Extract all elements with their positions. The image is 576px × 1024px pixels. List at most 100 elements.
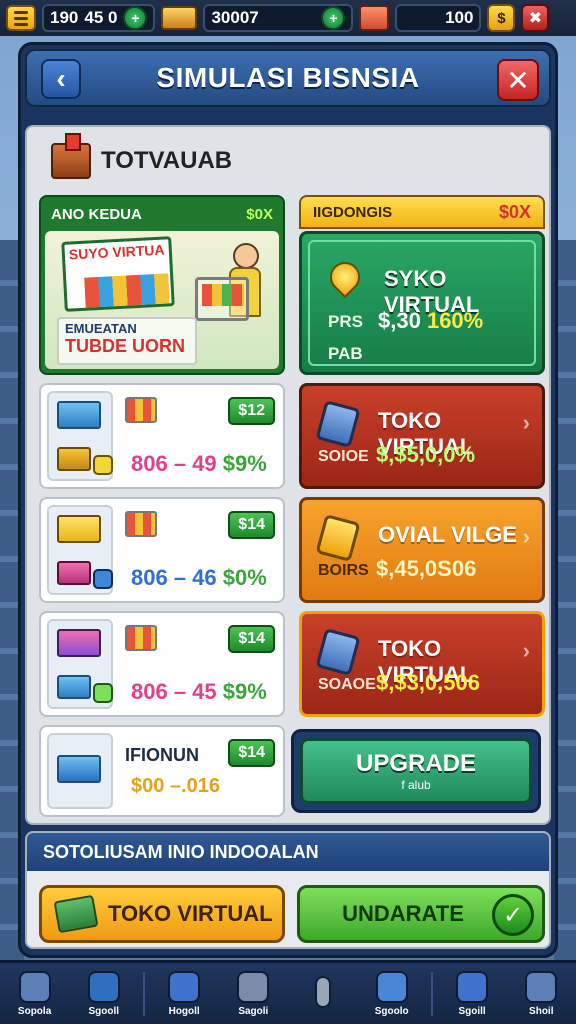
store-card-key: SOAOE (318, 676, 376, 693)
upgrade-button[interactable]: UPGRADE f alub (300, 738, 532, 804)
price-badge: $14 (228, 625, 275, 653)
nav-label: Sopola (17, 1005, 52, 1017)
cash-register-icon (53, 894, 99, 934)
resource-counter-2: 30007 + (203, 4, 354, 32)
store-card-value: $,$3,0,506 (376, 670, 480, 695)
panel-header: ‹ SIMULASI BISNSIA ✕ (25, 49, 551, 107)
store-card-3[interactable]: TOKO VIRTUAL SOAOE $,$3,0,506 › (299, 611, 545, 717)
shopping-cart-icon (195, 277, 249, 321)
toko-virtual-button[interactable]: TOKO VIRTUAL (39, 885, 285, 943)
action-footer: SOTOLIUSAM INIO INDOOALAN TOKO VIRTUAL U… (25, 831, 551, 949)
stat-key-2: PAB (328, 344, 363, 363)
featured-banner-line-2: EMUEATAN (65, 321, 137, 336)
globe-icon (18, 970, 51, 1003)
chevron-right-icon: › (522, 410, 530, 435)
store-card-key: BOIRS (318, 562, 369, 579)
stat-value: 806 – 49 (131, 451, 217, 476)
cart-icon (125, 397, 157, 423)
section-title: TOTVAUAB (101, 147, 233, 174)
cart-icon (125, 511, 157, 537)
nav-label: Sgoill (458, 1005, 486, 1017)
price-badge: $14 (228, 739, 275, 767)
panel-title: SIMULASI BISNSIA (156, 62, 420, 93)
stat-value-1: $,30 160% (378, 308, 484, 333)
nav-item-5[interactable] (293, 965, 353, 1023)
product-item-4[interactable]: IFIONUN $14 $00 –.016 (39, 725, 285, 817)
store-highlight-card[interactable]: SYKO VIRTUAL PRS $,30 160% PAB (299, 231, 545, 375)
add-resource-2-button[interactable]: + (321, 6, 346, 30)
store-sign-text: SUYO VIRTUA (68, 241, 165, 263)
top-bar: 190 45 0 + 30007 + 100 $ ✖ (0, 0, 576, 36)
map-icon (375, 970, 408, 1003)
featured-header: ANO KEDUA $0X (41, 197, 283, 231)
product-stat: $00 –.016 (131, 775, 220, 797)
store-card-2[interactable]: OVIAL VILGE BOIRS $,45,0S06 › (299, 497, 545, 603)
product-image (47, 391, 113, 481)
compass-icon (168, 970, 201, 1003)
upgrade-sublabel: f alub (401, 778, 431, 792)
product-item-2[interactable]: $14 806 – 46 $0% (39, 497, 285, 603)
book-icon (237, 970, 270, 1003)
product-image (47, 619, 113, 709)
nav-item-6[interactable]: Sgoolo (362, 965, 422, 1023)
toko-virtual-label: TOKO VIRTUAL (108, 901, 273, 926)
nav-item-1[interactable]: Sopola (5, 965, 65, 1023)
featured-store-card[interactable]: ANO KEDUA $0X SUYO VIRTUA EMUEATAN TUBDE… (39, 195, 285, 375)
stat-value: 806 – 45 (131, 679, 217, 704)
plus-icon (87, 970, 120, 1003)
confirm-button[interactable]: UNDARATE ✓ (297, 885, 545, 943)
nav-label: Sagoli (238, 1005, 269, 1017)
product-item-3[interactable]: $14 806 – 45 $9% (39, 611, 285, 717)
close-button[interactable]: ✕ (497, 59, 539, 101)
chest-icon (51, 133, 91, 179)
product-stat: 806 – 45 $9% (131, 679, 267, 705)
product-label: IFIONUN (125, 745, 199, 765)
featured-banner-line-3: TUBDE UORN (65, 336, 185, 356)
price-badge: $14 (228, 511, 275, 539)
back-button[interactable]: ‹ (41, 59, 81, 99)
upgrade-card: UPGRADE f alub (291, 729, 541, 813)
product-item-1[interactable]: $12 806 – 49 $9% (39, 383, 285, 489)
resource-1-a: 190 (50, 8, 79, 27)
shopper-head (233, 243, 259, 269)
stat-percent: $0% (222, 565, 267, 590)
nav-item-8[interactable]: Shoil (511, 965, 571, 1023)
panel-body: TOTVAUAB ANO KEDUA $0X SUYO VIRTUA EMUEA… (25, 125, 551, 825)
chat-icon (525, 970, 558, 1003)
stat-value: 806 – 46 (131, 565, 217, 590)
nav-item-2[interactable]: Sgooll (74, 965, 134, 1023)
wrench-icon (314, 976, 331, 1008)
right-column-header: IIGDONGIS $0X (299, 195, 545, 229)
resource-3-value: 100 (445, 8, 474, 27)
nav-label: Hogoll (168, 1005, 200, 1017)
add-resource-1-button[interactable]: + (123, 6, 148, 30)
resource-counter-3: 100 (395, 4, 482, 32)
right-header-percent: $0X (498, 201, 531, 222)
top-exit-button[interactable]: ✖ (521, 4, 550, 32)
phone-icon (315, 628, 361, 676)
phone-icon (315, 514, 361, 562)
store-card-value: $,45,0S06 (376, 556, 477, 581)
stat-key-1: PRS (328, 312, 363, 331)
cart-icon (125, 625, 157, 651)
checkmark-icon: ✓ (492, 894, 534, 936)
nav-item-7[interactable]: Sgoill (442, 965, 502, 1023)
premium-currency-button[interactable]: $ (487, 4, 516, 32)
featured-banner: EMUEATAN TUBDE UORN (57, 317, 197, 365)
bottom-nav: Sopola Sgooll Hogoll Sagoli Sgoolo Sgoil… (0, 960, 576, 1024)
product-image (47, 733, 113, 809)
menu-icon[interactable] (6, 5, 36, 31)
store-card-title: OVIAL VILGE (378, 522, 517, 547)
nav-item-3[interactable]: Hogoll (154, 965, 214, 1023)
resource-1-b: 45 0 (84, 8, 118, 27)
store-card-value: $,$5,0,0% (376, 442, 476, 467)
store-card-1[interactable]: TOKO VIRTUAL SOIOE $,$5,0,0% › (299, 383, 545, 489)
shop-basket-icon (359, 5, 390, 31)
right-header-label: IIGDONGIS (313, 203, 393, 221)
resource-counter-1: 190 45 0 + (42, 4, 156, 32)
featured-label: ANO KEDUA (51, 205, 142, 223)
nav-label: Sgoolo (374, 1005, 409, 1017)
nav-item-4[interactable]: Sagoli (223, 965, 283, 1023)
store-card-key: SOIOE (318, 448, 369, 465)
featured-store-image: SUYO VIRTUA EMUEATAN TUBDE UORN (45, 231, 279, 369)
